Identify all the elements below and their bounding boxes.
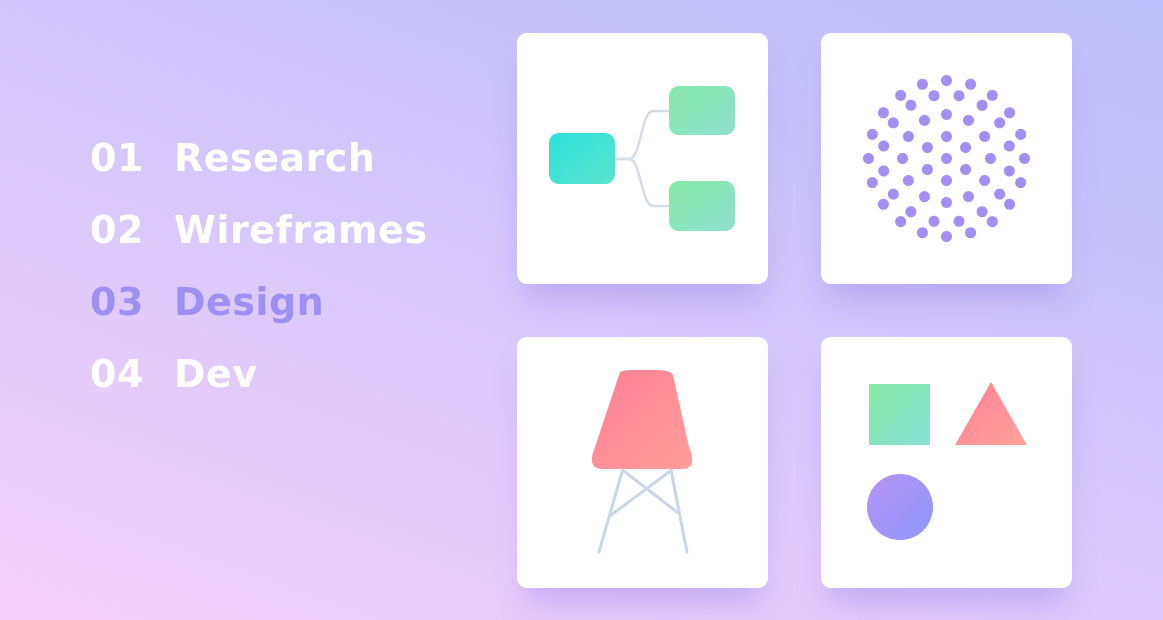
sphere-dot [953,90,965,102]
sphere-dot [878,165,890,177]
triangle-shape [955,382,1027,445]
sphere-dot [1015,177,1027,189]
sphere-dot [919,114,930,126]
sphere-dot [986,216,998,228]
step-label: Research [174,136,376,180]
step-wireframes: 02 Wireframes [90,194,427,266]
sphere-dot [916,78,928,90]
sphere-dot [941,231,952,242]
step-design: 03 Design [90,266,427,338]
sphere-dot [979,131,991,142]
sphere-dot [866,177,878,189]
sphere-dot [960,164,972,175]
sphere-dot [928,215,940,227]
sphere-dot [921,142,933,153]
shapes-card [821,337,1072,588]
sphere-dot [994,188,1006,200]
sphere-dot [1004,107,1016,119]
sphere-dot [928,90,940,102]
circle-shape [867,474,933,540]
sphere-dot [897,153,908,164]
sphere-dot [905,206,917,218]
chair-seat [591,370,693,469]
sphere-dot [965,227,977,239]
flowchart-root-node [549,133,615,184]
sphere-dot [953,215,965,227]
flowchart-child-node [669,86,735,135]
step-number: 02 [90,208,144,252]
step-label: Dev [174,352,258,396]
sphere-dot [976,206,988,218]
square-shape [869,384,930,445]
sphere-dot [985,153,996,164]
sphere-dot [895,216,907,228]
sphere-dot [887,117,899,129]
step-label: Design [174,280,325,324]
sphere-dot [963,191,974,203]
sphere-dot [994,117,1006,129]
sphere-dot [916,227,928,239]
flowchart-card [517,33,768,284]
sphere-dot [941,197,952,208]
sphere-dot [902,175,914,186]
sphere-dot [905,99,917,111]
sphere-dot [919,191,930,203]
step-number: 04 [90,352,144,396]
sphere-dot [866,128,878,140]
sphere-dot [878,140,890,152]
sphere-dot [979,175,991,186]
shapes-icon [867,382,1027,540]
sphere-dot [895,89,907,101]
process-steps-list: 01 Research 02 Wireframes 03 Design 04 D… [90,122,427,410]
sphere-dot [887,188,899,200]
sphere-dot [960,142,972,153]
dot-sphere-card [821,33,1072,284]
sphere-dot [976,99,988,111]
step-number: 01 [90,136,144,180]
flowchart-icon [549,86,735,231]
sphere-dot [863,153,874,164]
sphere-dot [941,175,952,186]
sphere-dot [941,153,952,164]
sphere-dot [1003,165,1015,177]
sphere-dot [921,164,933,175]
step-dev: 04 Dev [90,338,427,410]
sphere-dot [902,131,914,142]
sphere-dot [941,109,952,120]
flowchart-child-node [669,181,735,231]
sphere-dot [965,78,977,90]
sphere-dot [877,198,889,210]
sphere-dot [1003,140,1015,152]
sphere-dot [941,131,952,142]
step-number: 03 [90,280,144,324]
chair-card [517,337,768,588]
sphere-dot [986,89,998,101]
sphere-dot [1015,128,1027,140]
chair-icon [591,370,693,554]
sphere-dot [1004,198,1016,210]
sphere-dot [963,114,974,126]
sphere-dot [1019,153,1030,164]
step-research: 01 Research [90,122,427,194]
sphere-dot [877,107,889,119]
step-label: Wireframes [174,208,428,252]
sphere-dot [941,75,952,86]
dot-sphere-icon [863,75,1030,242]
